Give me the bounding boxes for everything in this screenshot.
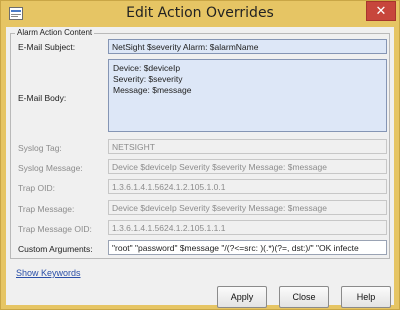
trap-message-oid-label: Trap Message OID: <box>18 224 92 234</box>
trap-oid-label: Trap OID: <box>18 183 55 193</box>
email-body-label: E-Mail Body: <box>18 93 67 103</box>
group-legend: Alarm Action Content <box>15 28 95 37</box>
syslog-message-input[interactable]: Device $deviceIp Severity $severity Mess… <box>108 159 387 174</box>
dialog-content: Alarm Action Content E-Mail Subject: Net… <box>6 27 394 308</box>
email-body-line: Message: $message <box>113 85 192 95</box>
close-button[interactable]: Close <box>279 286 329 308</box>
trap-oid-input[interactable]: 1.3.6.1.4.1.5624.1.2.105.1.0.1 <box>108 179 387 194</box>
syslog-message-label: Syslog Message: <box>18 163 83 173</box>
custom-arguments-input[interactable]: "root" "password" $message "/(?<=src: )(… <box>108 240 387 255</box>
syslog-tag-label: Syslog Tag: <box>18 143 62 153</box>
trap-message-input[interactable]: Device $deviceIp Severity $severity Mess… <box>108 200 387 215</box>
email-body-textarea[interactable]: Device: $deviceIp Severity: $severity Me… <box>108 59 387 132</box>
close-window-button[interactable]: ✕ <box>366 1 396 21</box>
email-subject-input[interactable]: NetSight $severity Alarm: $alarmName <box>108 39 387 54</box>
title-bar[interactable]: Edit Action Overrides ✕ <box>1 1 399 27</box>
custom-arguments-label: Custom Arguments: <box>18 244 93 254</box>
trap-message-label: Trap Message: <box>18 204 75 214</box>
apply-button[interactable]: Apply <box>217 286 267 308</box>
email-subject-label: E-Mail Subject: <box>18 42 76 52</box>
email-body-line: Device: $deviceIp <box>113 63 181 73</box>
trap-message-oid-input[interactable]: 1.3.6.1.4.1.5624.1.2.105.1.1.1 <box>108 220 387 235</box>
syslog-tag-input[interactable]: NETSIGHT <box>108 139 387 154</box>
close-icon: ✕ <box>375 4 387 19</box>
show-keywords-link[interactable]: Show Keywords <box>16 268 81 278</box>
edit-action-overrides-dialog: Edit Action Overrides ✕ Alarm Action Con… <box>0 0 400 310</box>
alarm-action-content-group: Alarm Action Content E-Mail Subject: Net… <box>10 28 390 259</box>
email-body-line: Severity: $severity <box>113 74 183 84</box>
window-title: Edit Action Overrides <box>126 5 274 21</box>
help-button[interactable]: Help <box>341 286 391 308</box>
